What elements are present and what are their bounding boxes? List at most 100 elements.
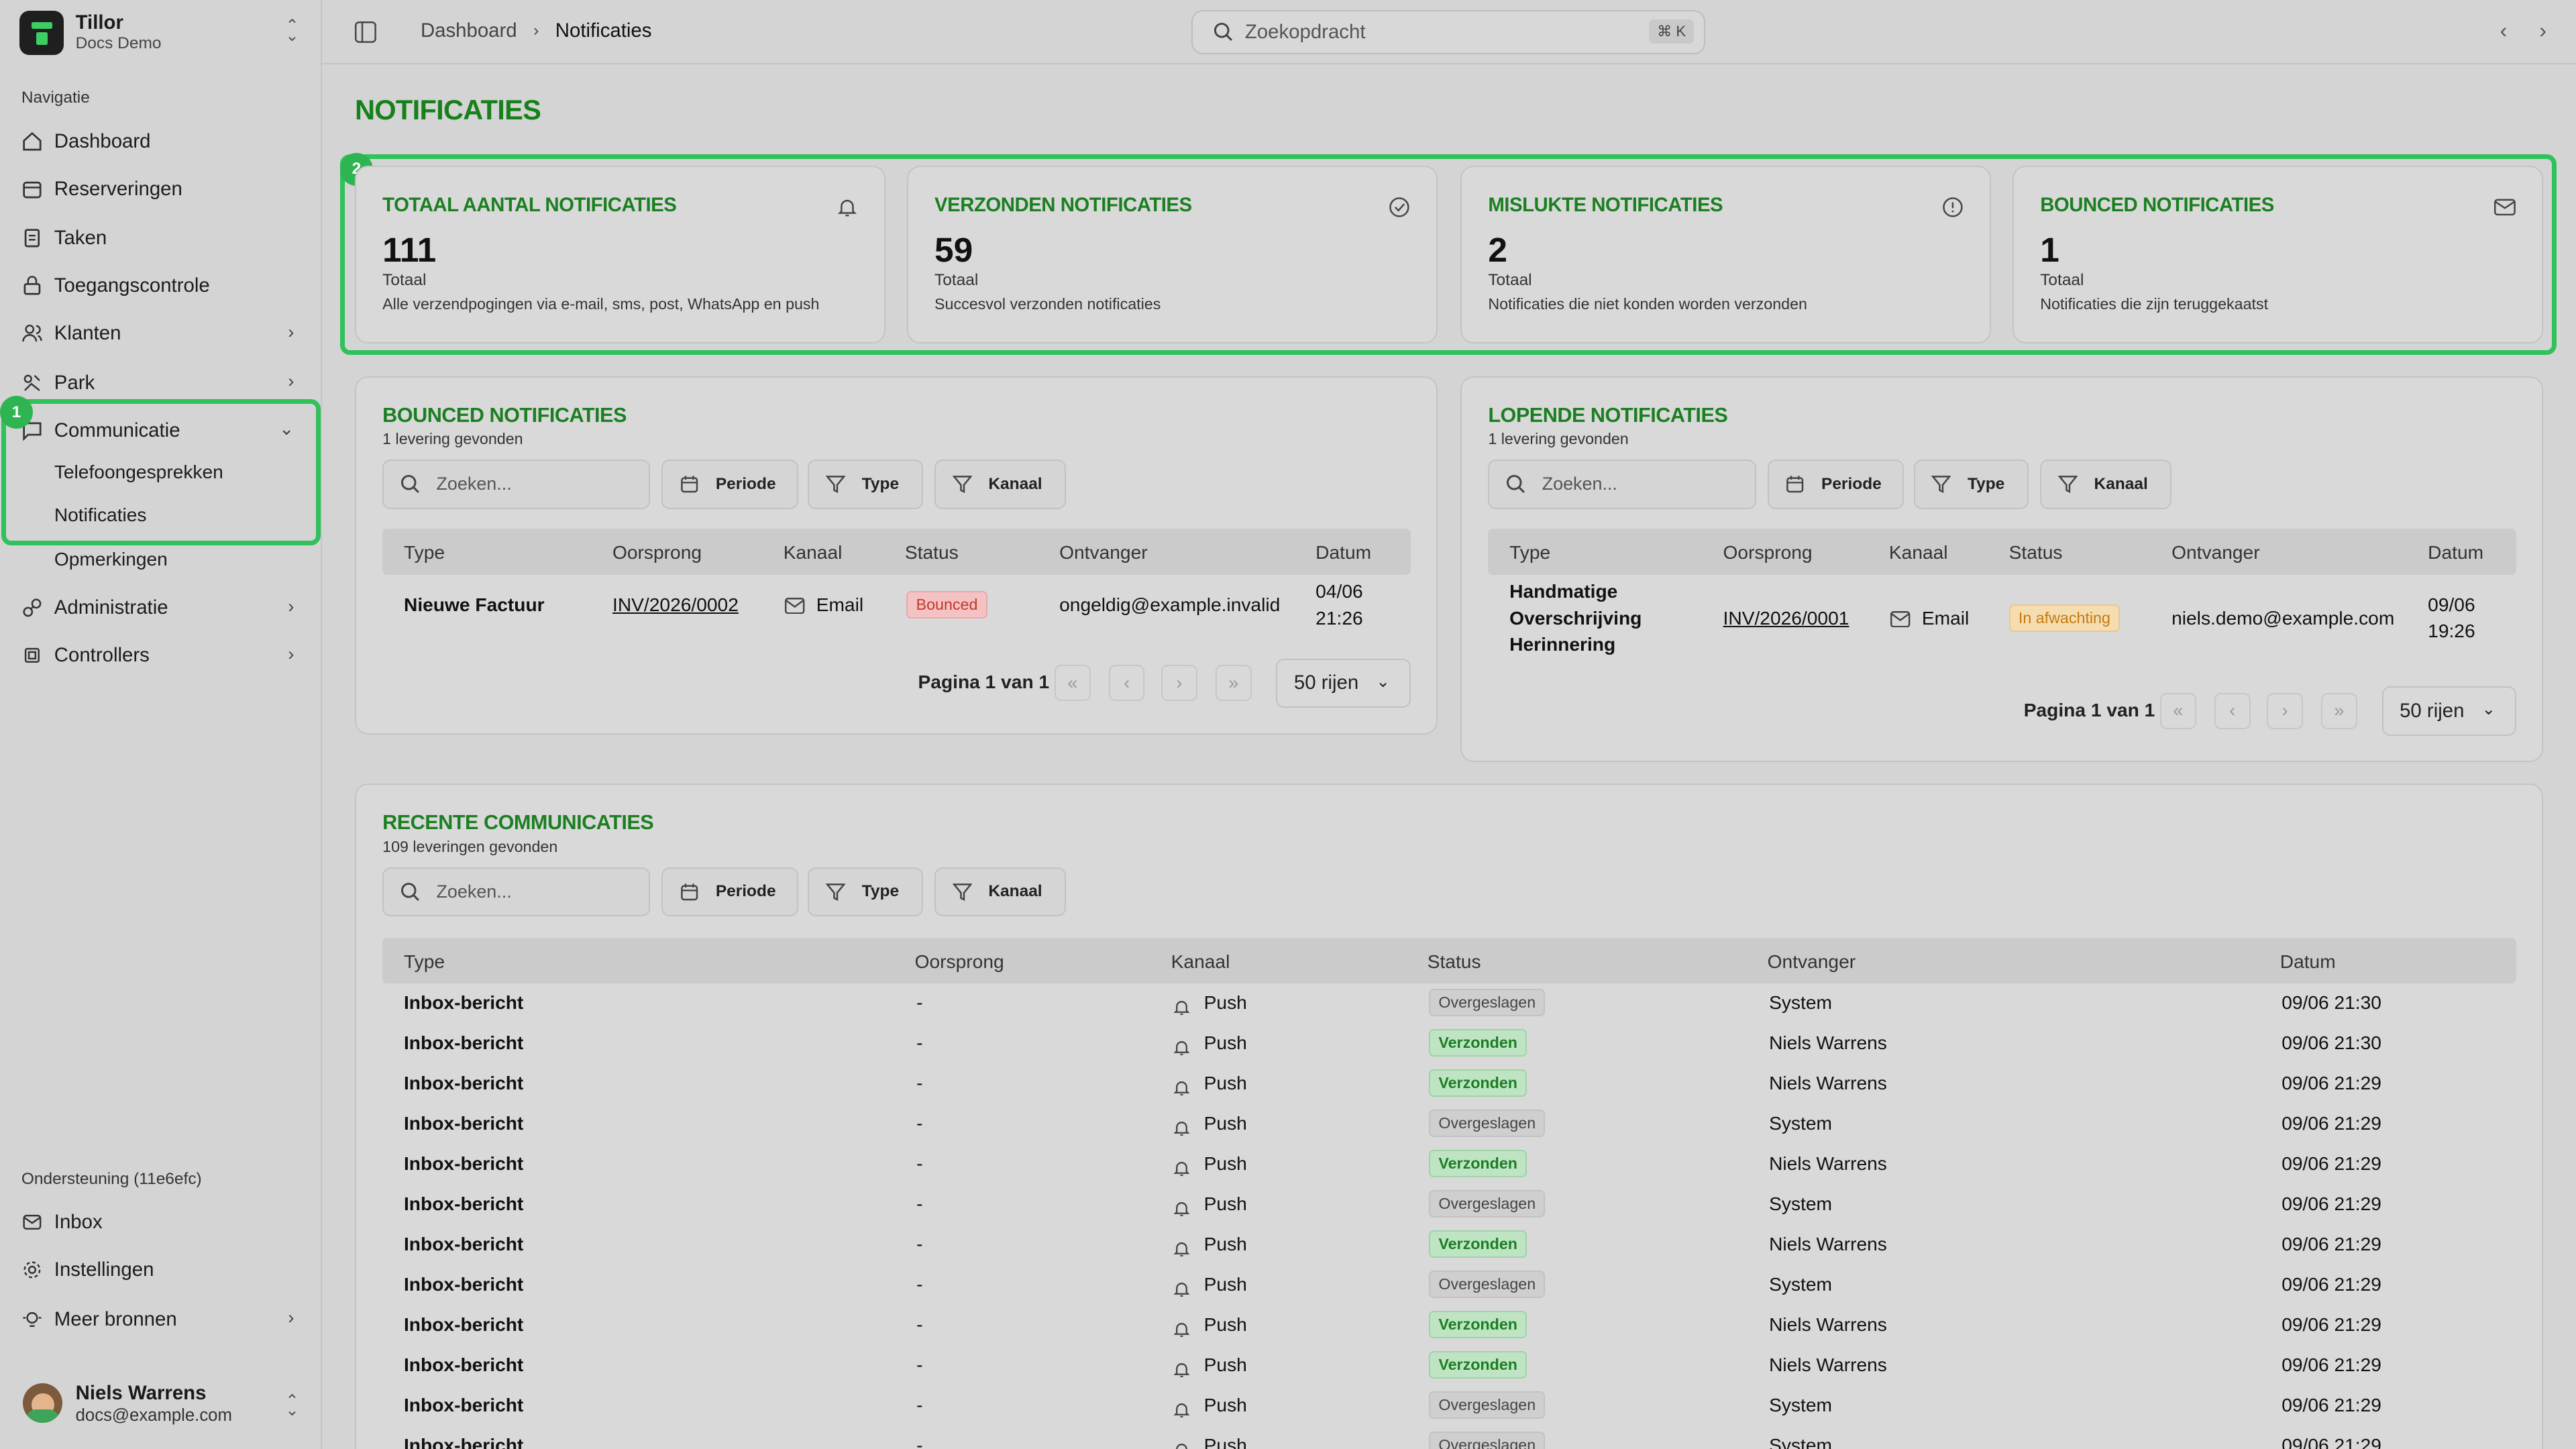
next-page-button[interactable]: ›	[1161, 665, 1197, 702]
sidebar-item-reserveringen[interactable]: Reserveringen	[21, 171, 301, 207]
last-page-button[interactable]: »	[2320, 693, 2357, 729]
stat-description: Notificaties die zijn teruggekaatst	[2040, 295, 2269, 313]
search-placeholder: Zoeken...	[436, 881, 512, 902]
cell-origin: -	[916, 1032, 923, 1053]
user-name: Niels Warrens	[75, 1381, 207, 1404]
sidebar-item-klanten[interactable]: Klanten ›	[21, 315, 301, 352]
sidebar-item-label: Toegangscontrole	[54, 274, 210, 297]
col-date[interactable]: Datum	[1316, 542, 1371, 564]
period-filter-label: Periode	[715, 474, 776, 493]
sidebar-item-instellingen[interactable]: Instellingen	[21, 1252, 301, 1288]
back-arrow-icon[interactable]: ‹	[2500, 18, 2508, 43]
col-date[interactable]: Datum	[2280, 951, 2336, 973]
period-filter-label: Periode	[1821, 474, 1882, 493]
status-badge: Verzonden	[1429, 1069, 1527, 1097]
col-channel[interactable]: Kanaal	[784, 542, 843, 564]
col-status[interactable]: Status	[2009, 542, 2063, 564]
app: Tillor Docs Demo ⌃ ⌄ Navigatie Dashboard R…	[0, 0, 2576, 1449]
forward-arrow-icon[interactable]: ›	[2539, 18, 2546, 43]
sidebar-item-meer-bronnen[interactable]: Meer bronnen ›	[21, 1301, 301, 1338]
filter-icon	[1931, 476, 1951, 494]
cell-origin-link[interactable]: INV/2026/0002	[612, 594, 739, 616]
channel-filter-button[interactable]: Kanaal	[2040, 460, 2172, 509]
period-filter-button[interactable]: Periode	[661, 867, 798, 917]
cell-channel: Push	[1203, 1193, 1247, 1214]
sidebar-item-opmerkingen[interactable]: Opmerkingen	[54, 549, 168, 570]
type-filter-button[interactable]: Type	[1913, 460, 2029, 509]
sidebar-item-toegangscontrole[interactable]: Toegangscontrole	[21, 268, 301, 304]
last-page-button[interactable]: »	[1215, 665, 1252, 702]
prev-page-button[interactable]: ‹	[1108, 665, 1145, 702]
sidebar-item-inbox[interactable]: Inbox	[21, 1204, 301, 1240]
bell-icon	[1173, 1363, 1190, 1378]
col-origin[interactable]: Oorsprong	[1723, 542, 1813, 564]
sidebar-item-notificaties[interactable]: Notificaties	[54, 504, 147, 526]
cell-type: Inbox-bericht	[403, 1112, 524, 1134]
cell-recipient: ongeldig@example.invalid	[1059, 594, 1281, 616]
col-channel[interactable]: Kanaal	[1889, 542, 1948, 564]
col-recipient[interactable]: Ontvanger	[2171, 542, 2259, 564]
sidebar-item-label: Dashboard	[54, 129, 151, 152]
search-input[interactable]: Zoeken...	[1488, 460, 1756, 509]
col-type[interactable]: Type	[404, 951, 445, 973]
sidebar-item-administratie[interactable]: Administratie ›	[21, 590, 301, 626]
type-filter-button[interactable]: Type	[808, 867, 923, 917]
cell-origin: -	[916, 1112, 923, 1134]
cell-channel: Push	[1203, 1112, 1247, 1134]
global-search[interactable]: Zoekopdracht ⌘ K	[1191, 9, 1706, 54]
col-type[interactable]: Type	[1509, 542, 1550, 564]
cell-recipient: System	[1769, 1112, 1832, 1134]
sidebar-item-park[interactable]: Park ›	[21, 365, 301, 401]
col-origin[interactable]: Oorsprong	[612, 542, 702, 564]
first-page-button[interactable]: «	[1054, 665, 1091, 702]
nav-section-label: Navigatie	[21, 89, 90, 107]
status-badge: Overgeslagen	[1429, 1189, 1546, 1218]
clipboard-icon	[24, 229, 40, 248]
bell-icon	[1173, 1283, 1190, 1297]
col-status[interactable]: Status	[905, 542, 959, 564]
workspace-switcher[interactable]: Tillor Docs Demo ⌃ ⌄	[19, 10, 302, 56]
calendar-icon	[1786, 476, 1804, 493]
col-origin[interactable]: Oorsprong	[915, 951, 1004, 973]
channel-filter-button[interactable]: Kanaal	[934, 867, 1066, 917]
chevron-right-icon: ›	[288, 643, 294, 664]
period-filter-button[interactable]: Periode	[1767, 460, 1904, 509]
sidebar-item-dashboard[interactable]: Dashboard	[21, 123, 301, 160]
first-page-button[interactable]: «	[2159, 693, 2196, 729]
cell-origin-link[interactable]: INV/2026/0001	[1723, 608, 1849, 629]
cell-type-line3: Herinnering	[1509, 633, 1616, 655]
type-filter-button[interactable]: Type	[808, 460, 923, 509]
bell-icon	[1173, 1162, 1190, 1177]
rows-per-page-select[interactable]: 50 rijen ⌄	[1276, 658, 1411, 708]
sidebar-item-telefoongesprekken[interactable]: Telefoongesprekken	[54, 462, 223, 483]
col-recipient[interactable]: Ontvanger	[1768, 951, 1856, 973]
user-menu[interactable]: Niels Warrens docs@example.com ⌃ ⌄	[19, 1377, 302, 1436]
next-page-button[interactable]: ›	[2267, 693, 2304, 729]
cell-type: Nieuwe Factuur	[403, 594, 545, 616]
cell-recipient: Niels Warrens	[1769, 1072, 1887, 1093]
prev-page-button[interactable]: ‹	[2214, 693, 2251, 729]
cell-channel: Push	[1203, 991, 1247, 1013]
sidebar-item-label: Klanten	[54, 322, 121, 345]
cell-recipient: System	[1769, 1434, 1832, 1449]
col-status[interactable]: Status	[1428, 951, 1481, 973]
stat-value: 59	[934, 230, 973, 270]
sidebar-toggle-icon[interactable]	[354, 21, 376, 43]
cell-recipient: System	[1769, 1273, 1832, 1295]
col-recipient[interactable]: Ontvanger	[1059, 542, 1147, 564]
search-input[interactable]: Zoeken...	[382, 460, 651, 509]
stat-label: Totaal	[2040, 270, 2084, 289]
period-filter-button[interactable]: Periode	[661, 460, 798, 509]
status-badge: In afwachting	[2008, 604, 2121, 632]
search-input[interactable]: Zoeken...	[382, 867, 651, 917]
pagination-label: Pagina 1 van 1	[2023, 699, 2155, 720]
breadcrumb-dashboard[interactable]: Dashboard	[421, 19, 517, 42]
col-date[interactable]: Datum	[2428, 542, 2483, 564]
stat-value: 2	[1488, 230, 1507, 270]
sidebar-item-controllers[interactable]: Controllers ›	[21, 637, 301, 674]
col-channel[interactable]: Kanaal	[1171, 951, 1230, 973]
rows-per-page-select[interactable]: 50 rijen ⌄	[2381, 686, 2517, 736]
channel-filter-button[interactable]: Kanaal	[934, 460, 1066, 509]
col-type[interactable]: Type	[404, 542, 445, 564]
sidebar-item-taken[interactable]: Taken	[21, 220, 301, 256]
